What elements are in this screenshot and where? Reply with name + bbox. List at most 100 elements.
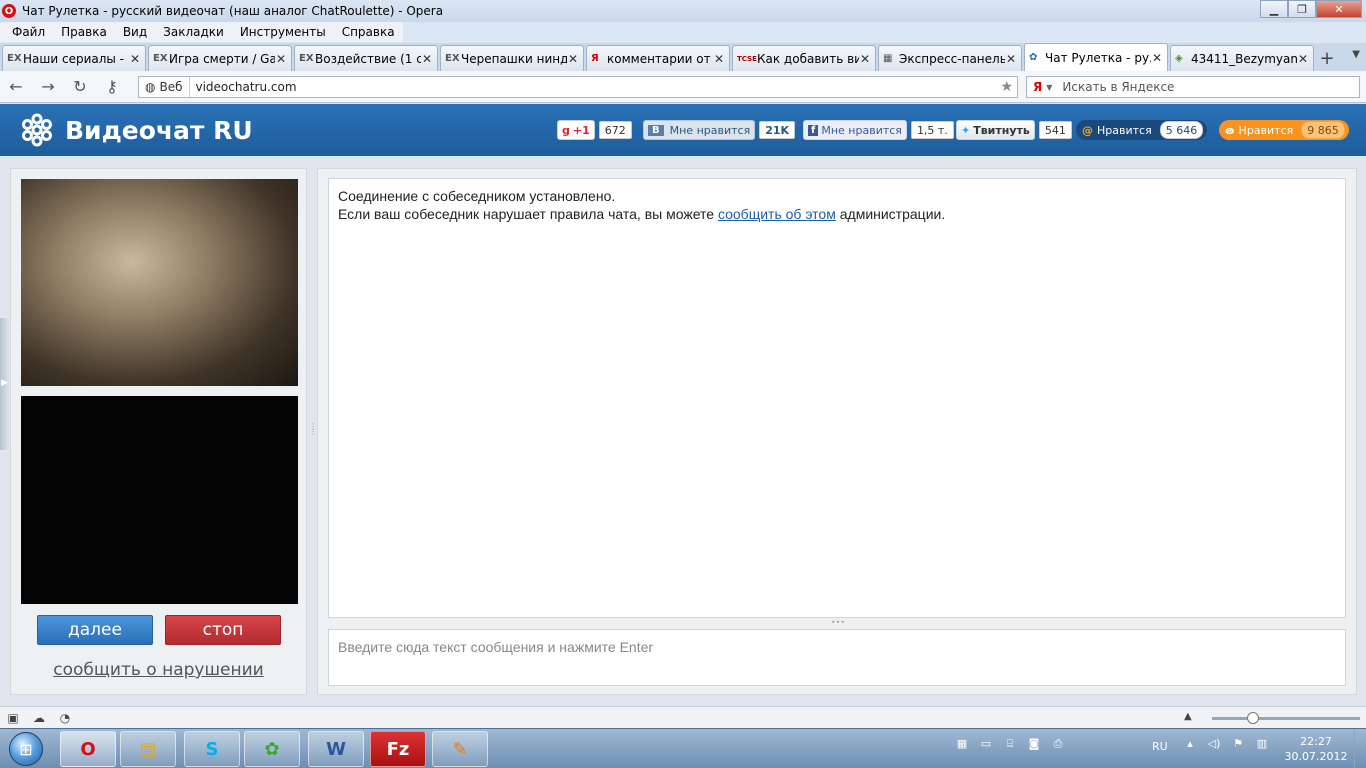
partner-video: [21, 179, 298, 386]
message-input[interactable]: Введите сюда текст сообщения и нажмите E…: [328, 629, 1346, 686]
paint-taskbar-icon[interactable]: ✎: [432, 731, 488, 767]
tw-label: Твитнуть: [973, 123, 1030, 137]
menu-file[interactable]: Файл: [4, 25, 53, 39]
twitter-widget[interactable]: ✦ Твитнуть 541: [956, 120, 1072, 140]
tab-vozdeystvie[interactable]: EXВоздействие (1 с...✕: [294, 45, 438, 71]
site-header: Видеочат RU g +1 672 В Мне нравится 21K fМ…: [0, 104, 1366, 156]
odnoklassniki-icon: ꙫ: [1225, 123, 1235, 137]
fb-like-button[interactable]: f Мне нравится: [803, 120, 907, 140]
tab-bar: EXНаши сериалы - ...✕ EXИгра смерти / Ga…: [0, 43, 1366, 71]
gplus-button[interactable]: g +1: [557, 120, 595, 140]
minimize-button[interactable]: ▁: [1260, 0, 1288, 18]
tab-cherepashki[interactable]: EXЧерепашки ниндзя...✕: [440, 45, 584, 71]
bookmark-star-icon[interactable]: ★: [1000, 79, 1013, 95]
volume-icon[interactable]: ◁): [1202, 737, 1226, 750]
web-badge[interactable]: ◍ Веб: [139, 77, 190, 97]
vk-widget[interactable]: В Мне нравится 21K: [643, 120, 796, 140]
address-toolbar: ← → ↻ ⚷ ◍ Веб videochatru.com ★ Я ▼ Искат…: [0, 71, 1366, 103]
gplus-widget[interactable]: g +1 672: [557, 120, 632, 140]
tab-close-icon[interactable]: ✕: [713, 52, 725, 66]
menu-edit[interactable]: Правка: [53, 25, 115, 39]
report-link[interactable]: сообщить об этом: [718, 206, 836, 222]
tab-close-icon[interactable]: ✕: [1005, 52, 1017, 66]
show-desktop-button[interactable]: [1354, 729, 1366, 768]
tab-express-panel[interactable]: ▦ Экспресс-панель ✕: [878, 45, 1022, 71]
skype-taskbar-icon[interactable]: S: [184, 731, 240, 767]
tray-drive-icon[interactable]: ⌸: [998, 737, 1022, 751]
menu-help[interactable]: Справка: [334, 25, 403, 39]
facebook-widget[interactable]: f Мне нравится 1,5 т.: [803, 120, 954, 140]
flag-icon[interactable]: ⚑: [1226, 737, 1250, 750]
ex-site-icon: EX: [7, 53, 22, 64]
yandex-search-icon[interactable]: Я: [1027, 80, 1046, 94]
resize-grip-icon[interactable]: ⋮ ⋮: [309, 423, 317, 436]
videochat-icon: ✿: [1029, 52, 1038, 63]
turbo-gauge-icon[interactable]: ◔: [52, 711, 78, 725]
tweet-button[interactable]: ✦ Твитнуть: [956, 120, 1035, 140]
next-button[interactable]: далее: [37, 615, 153, 645]
sidebar-toggle[interactable]: ▶: [0, 318, 9, 450]
zoom-slider[interactable]: [1212, 717, 1360, 720]
icq-taskbar-icon[interactable]: ✿: [244, 731, 300, 767]
chat-log: Соединение с собеседником установлено. Е…: [328, 178, 1346, 618]
zoom-up-icon[interactable]: ▲: [1184, 711, 1192, 722]
mailru-widget[interactable]: @ Нравится 5 646: [1076, 120, 1208, 140]
menu-view[interactable]: Вид: [115, 25, 155, 39]
tab-igra-smerti[interactable]: EXИгра смерти / Ga...✕: [148, 45, 292, 71]
tab-kak-dobavit[interactable]: TCSEКак добавить вид...✕: [732, 45, 876, 71]
tray-app-icon[interactable]: ▦: [950, 737, 974, 751]
tab-close-icon[interactable]: ✕: [275, 52, 287, 66]
tab-nashi-serialy[interactable]: EX Наши сериалы - ... ✕: [2, 45, 146, 71]
search-field[interactable]: Я ▼ Искать в Яндексе: [1026, 76, 1360, 98]
tab-close-icon[interactable]: ✕: [567, 52, 579, 66]
network-icon[interactable]: ▥: [1250, 737, 1274, 750]
tray-device-icon[interactable]: ▭: [974, 737, 998, 751]
panel-toggle-icon[interactable]: ▣: [0, 711, 26, 725]
ok-like-button[interactable]: ꙫ Нравится 9 865: [1219, 120, 1349, 140]
vk-like-button[interactable]: В Мне нравится: [643, 120, 756, 140]
stop-button[interactable]: стоп: [165, 615, 281, 645]
tray-printer-icon[interactable]: ⎙: [1046, 737, 1070, 751]
close-button[interactable]: ✕: [1316, 0, 1362, 18]
status-bar: ▣ ☁ ◔ ▲: [0, 706, 1366, 728]
report-violation-link[interactable]: сообщить о нарушении: [11, 660, 306, 680]
opera-unite-cloud-icon[interactable]: ☁: [26, 711, 52, 725]
site-logo-text[interactable]: Видеочат RU: [65, 116, 253, 145]
address-field[interactable]: ◍ Веб videochatru.com ★: [138, 76, 1018, 98]
tab-kommentarii[interactable]: Якомментарии от ...✕: [586, 45, 730, 71]
mailru-like-button[interactable]: @ Нравится 5 646: [1076, 120, 1208, 140]
new-tab-button[interactable]: +: [1316, 49, 1338, 71]
reload-icon[interactable]: ↻: [64, 77, 96, 96]
menu-tools[interactable]: Инструменты: [232, 25, 334, 39]
tab-close-icon[interactable]: ✕: [1297, 52, 1309, 66]
url-text[interactable]: videochatru.com: [190, 80, 297, 94]
zoom-slider-knob[interactable]: [1247, 712, 1259, 724]
odnoklassniki-widget[interactable]: ꙫ Нравится 9 865: [1219, 120, 1349, 140]
tray-dvd-icon[interactable]: ◙: [1022, 737, 1046, 751]
fb-label: Мне нравится: [821, 123, 902, 137]
explorer-taskbar-icon[interactable]: ▤: [120, 731, 176, 767]
word-taskbar-icon[interactable]: W: [308, 731, 364, 767]
tab-chat-ruletka[interactable]: ✿ Чат Рулетка - ру... ✕: [1024, 43, 1168, 71]
tab-close-icon[interactable]: ✕: [129, 52, 141, 66]
maximize-button[interactable]: ❐: [1288, 0, 1316, 18]
key-icon[interactable]: ⚷: [96, 77, 128, 96]
filezilla-taskbar-icon[interactable]: Fz: [370, 731, 426, 767]
forward-icon[interactable]: →: [32, 77, 64, 96]
tray-expand-icon[interactable]: ▴: [1178, 737, 1202, 750]
opera-taskbar-icon[interactable]: O: [60, 731, 116, 767]
menu-bookmarks[interactable]: Закладки: [155, 25, 232, 39]
tab-close-icon[interactable]: ✕: [421, 52, 433, 66]
clock[interactable]: 22:27 30.07.2012: [1282, 734, 1350, 764]
back-icon[interactable]: ←: [0, 77, 32, 96]
web-label: Веб: [159, 80, 183, 94]
tab-close-icon[interactable]: ✕: [1151, 51, 1163, 65]
start-button[interactable]: ⊞: [4, 730, 48, 768]
tab-image[interactable]: ◈ 43411_Bezymyan...✕: [1170, 45, 1314, 71]
video-panel: далее стоп сообщить о нарушении: [10, 168, 307, 695]
tcse-icon: TCSE: [737, 54, 757, 63]
input-language[interactable]: RU: [1152, 740, 1168, 753]
tab-list-icon[interactable]: ▼: [1352, 49, 1360, 60]
chat-resize-grip-icon[interactable]: •••: [828, 619, 848, 627]
tab-close-icon[interactable]: ✕: [859, 52, 871, 66]
